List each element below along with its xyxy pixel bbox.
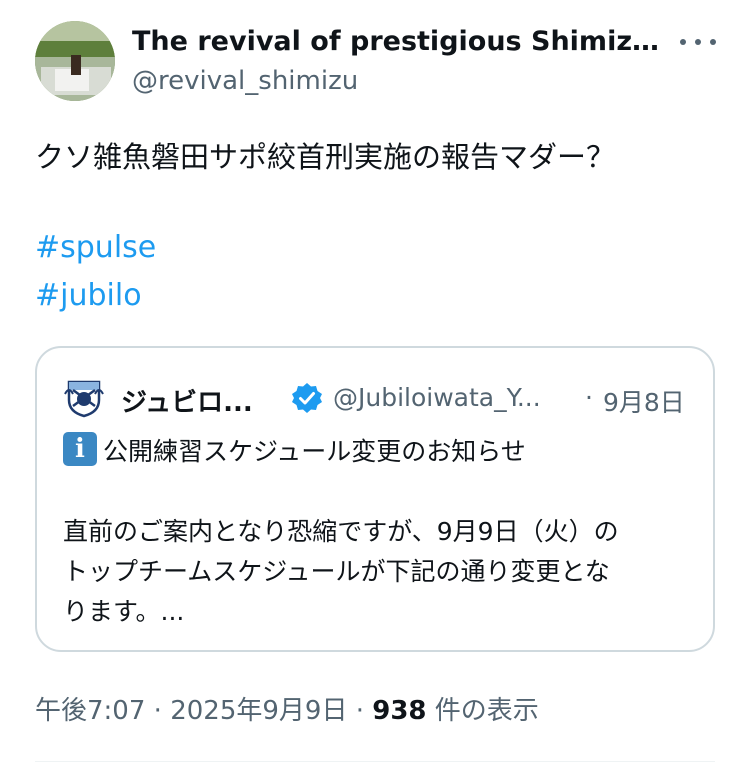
hashtag-link[interactable]: #jubilo [35,278,142,313]
view-count: 938 [372,696,427,726]
quoted-body-line: 直前のご案内となり恐縮ですが、9月9日（火）の [63,517,619,546]
view-count-label: 件の表示 [426,696,539,726]
tweet-time[interactable]: 午後7:07 [35,696,145,726]
tweet: The revival of prestigious Shimizu ... @… [0,0,750,769]
tweet-date[interactable]: 2025年9月9日 [170,696,347,726]
quoted-tweet-card[interactable]: ジュビロ... @Jubiloiwata_Y... · 9月8日 i 公開練習ス… [35,346,715,652]
quoted-author-name[interactable]: ジュビロ... [121,382,253,419]
verified-badge-icon [290,381,324,415]
hashtag-link[interactable]: #spulse [35,230,156,265]
meta-separator: · [347,696,373,726]
avatar[interactable] [35,21,115,101]
quoted-tweet-date[interactable]: 9月8日 [603,383,685,419]
divider [35,761,715,762]
author-handle[interactable]: @revival_shimizu [132,66,358,96]
information-icon: i [63,432,97,466]
meta-separator: · [145,696,171,726]
author-display-name[interactable]: The revival of prestigious Shimizu ... [132,26,672,57]
quoted-author-avatar[interactable] [63,376,105,418]
quoted-body-line: ります。... [63,597,185,626]
quoted-body-line: トップチームスケジュールが下記の通り変更とな [63,557,610,586]
tweet-text: クソ雑魚磐田サポ絞首刑実施の報告マダー？ [35,140,616,174]
more-options-button[interactable] [680,30,716,54]
quoted-tweet-title: 公開練習スケジュール変更のお知らせ [103,437,526,466]
separator-dot: · [585,383,593,412]
tweet-meta: 午後7:07 · 2025年9月9日 · 938 件の表示 [35,690,539,727]
quoted-tweet-body: 直前のご案内となり恐縮ですが、9月9日（火）の トップチームスケジュールが下記の… [63,512,703,632]
more-horizontal-icon [680,39,686,45]
quoted-author-handle[interactable]: @Jubiloiwata_Y... [333,383,541,412]
